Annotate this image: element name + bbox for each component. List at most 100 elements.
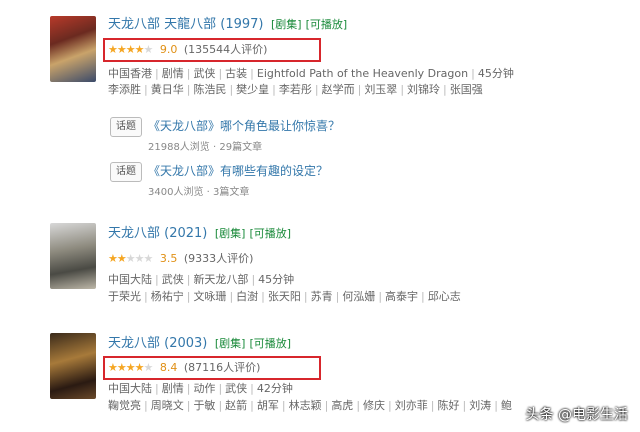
separator: |: [155, 67, 159, 80]
cast-link[interactable]: 赵箭: [225, 399, 247, 412]
cast-link[interactable]: 鞠觉亮: [108, 399, 141, 412]
cast-link[interactable]: 刘亦菲: [395, 399, 428, 412]
tag-playable[interactable]: [可播放]: [249, 337, 291, 350]
cast-link[interactable]: 邱心志: [428, 290, 461, 303]
meta-item: Eightfold Path of the Heavenly Dragon: [256, 67, 469, 80]
topic-title-link[interactable]: 《天龙八部》哪个角色最让你惊喜？: [148, 117, 340, 134]
separator: |: [250, 67, 254, 80]
meta-item: 中国大陆: [108, 382, 152, 395]
cast-link[interactable]: 刘锦玲: [407, 83, 440, 96]
separator: |: [261, 290, 265, 303]
separator: |: [443, 83, 447, 96]
cast-link[interactable]: 陈浩民: [193, 83, 226, 96]
title-link[interactable]: 天龙八部 天龍八部 (1997): [108, 17, 264, 32]
entry-2021-meta: 中国大陆 | 武侠 | 新天龙八部 | 45分钟: [108, 272, 294, 288]
meta-item: 剧情: [161, 382, 184, 395]
entry-2021-cast: 于荣光 | 杨祐宁 | 文咏珊 | 白澍 | 张天阳 | 苏青 | 何泓姗 | 高泰宇 | 邱心志: [108, 289, 461, 305]
separator: |: [378, 290, 383, 303]
cast-link[interactable]: 苏青: [311, 290, 333, 303]
entry-2003-meta: 中国大陆 | 剧情 | 动作 | 武侠 | 42分钟: [108, 381, 293, 397]
entry-2021-rating: ★★★★★ 3.5 (9333人评价): [108, 251, 253, 267]
cast-link[interactable]: 周晓文: [151, 399, 184, 412]
cast-link[interactable]: 林志颖: [289, 399, 322, 412]
separator: |: [494, 399, 498, 412]
entry-2003-title-row: 天龙八部 (2003) [剧集] [可播放]: [108, 335, 291, 353]
cast-link[interactable]: 李若彤: [279, 83, 312, 96]
separator: |: [155, 273, 159, 286]
separator: |: [144, 399, 148, 412]
topic-title-link[interactable]: 《天龙八部》有哪些有趣的设定？: [148, 162, 328, 179]
title-link[interactable]: 天龙八部 (2021): [108, 226, 207, 241]
cast-link[interactable]: 刘玉翠: [364, 83, 397, 96]
separator: |: [400, 83, 405, 96]
tag-series[interactable]: [剧集]: [271, 18, 302, 31]
cast-link[interactable]: 鲍: [501, 399, 512, 412]
entry-1997-meta: 中国香港 | 剧情 | 武侠 | 古装 | Eightfold Path of the Heav…: [108, 66, 514, 82]
separator: |: [186, 382, 191, 395]
entry-1997-title-row: 天龙八部 天龍八部 (1997) [剧集] [可播放]: [108, 16, 347, 34]
meta-item: 剧情: [161, 67, 184, 80]
separator: |: [218, 67, 223, 80]
poster-1997[interactable]: [50, 16, 96, 82]
cast-link[interactable]: 胡军: [257, 399, 279, 412]
poster-2003[interactable]: [50, 333, 96, 399]
cast-link[interactable]: 杨祐宁: [151, 290, 184, 303]
tag-playable[interactable]: [可播放]: [306, 18, 348, 31]
poster-2021[interactable]: [50, 223, 96, 289]
meta-item: 中国大陆: [108, 273, 152, 286]
separator: |: [251, 273, 256, 286]
separator: |: [471, 67, 475, 80]
meta-item: 45分钟: [258, 273, 295, 286]
title-link[interactable]: 天龙八部 (2003): [108, 336, 207, 351]
separator: |: [250, 382, 254, 395]
separator: |: [186, 273, 191, 286]
cast-link[interactable]: 于荣光: [108, 290, 141, 303]
cast-link[interactable]: 文咏珊: [193, 290, 226, 303]
separator: |: [272, 83, 276, 96]
separator: |: [314, 83, 319, 96]
topic-badge: 话题: [110, 162, 142, 182]
cast-link[interactable]: 修庆: [363, 399, 385, 412]
cast-link[interactable]: 赵学而: [322, 83, 355, 96]
separator: |: [324, 399, 329, 412]
separator: |: [144, 83, 148, 96]
watermark: 头条 @电影生活: [525, 407, 628, 423]
meta-item: 45分钟: [477, 67, 514, 80]
separator: |: [462, 399, 467, 412]
tag-playable[interactable]: [可播放]: [249, 227, 291, 240]
topic-badge: 话题: [110, 117, 142, 137]
tag-series[interactable]: [剧集]: [215, 337, 246, 350]
cast-link[interactable]: 张天阳: [268, 290, 301, 303]
separator: |: [388, 399, 392, 412]
separator: |: [281, 399, 286, 412]
entry-1997-cast: 李添胜 | 黄日华 | 陈浩民 | 樊少皇 | 李若彤 | 赵学而 | 刘玉翠 | 刘锦玲 | 张国强: [108, 82, 483, 98]
topic-stats: 3400人浏览 · 3篇文章: [148, 187, 250, 198]
cast-link[interactable]: 于敏: [193, 399, 215, 412]
cast-link[interactable]: 刘涛: [469, 399, 491, 412]
cast-link[interactable]: 黄日华: [151, 83, 184, 96]
cast-link[interactable]: 陈好: [437, 399, 459, 412]
meta-item: 动作: [193, 382, 216, 395]
separator: |: [430, 399, 435, 412]
cast-link[interactable]: 高虎: [331, 399, 353, 412]
separator: |: [186, 290, 191, 303]
meta-item: 古装: [225, 67, 248, 80]
cast-link[interactable]: 白澍: [236, 290, 258, 303]
separator: |: [421, 290, 425, 303]
rating-votes: (9333人评价): [183, 252, 254, 265]
meta-item: 武侠: [225, 382, 248, 395]
highlight-box: [103, 38, 321, 62]
topic-stats: 21988人浏览 · 29篇文章: [148, 142, 263, 153]
cast-link[interactable]: 高泰宇: [385, 290, 418, 303]
entry-2021-title-row: 天龙八部 (2021) [剧集] [可播放]: [108, 225, 291, 243]
separator: |: [229, 290, 234, 303]
cast-link[interactable]: 樊少皇: [236, 83, 269, 96]
cast-link[interactable]: 何泓姗: [342, 290, 375, 303]
separator: |: [356, 399, 361, 412]
cast-link[interactable]: 李添胜: [108, 83, 141, 96]
separator: |: [186, 67, 191, 80]
cast-link[interactable]: 张国强: [450, 83, 483, 96]
tag-series[interactable]: [剧集]: [215, 227, 246, 240]
separator: |: [303, 290, 308, 303]
entry-2003-cast: 鞠觉亮 | 周晓文 | 于敏 | 赵箭 | 胡军 | 林志颖 | 高虎 | 修庆 | 刘亦菲 | 陈好 | 刘涛 | 鲍: [108, 398, 512, 414]
